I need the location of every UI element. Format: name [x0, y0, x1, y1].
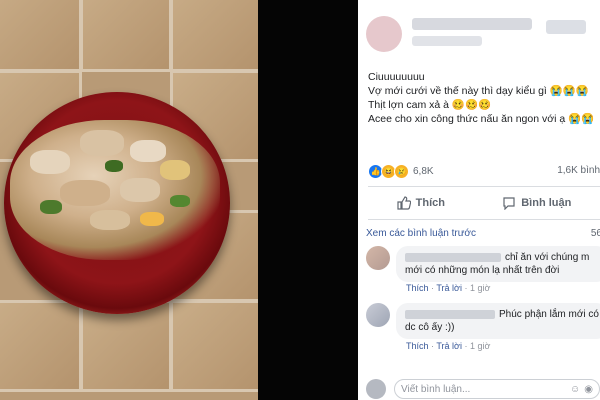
black-border	[258, 0, 358, 400]
comment-text: chỉ ăn với chúng m	[505, 252, 590, 263]
comment-text: Phúc phận lắm mới có	[499, 309, 599, 320]
post-line: Thịt lợn cam xả à 🥴🥴🥴	[368, 99, 492, 111]
food-photo	[0, 0, 258, 400]
blurred-post-header	[366, 12, 586, 58]
comment-input[interactable]: Viết bình luận... ☺ ◉	[394, 379, 600, 399]
divider	[368, 186, 600, 187]
avatar	[366, 379, 386, 399]
facebook-post-panel: Ciuuuuuuuu Vợ mới cưới về thế này thì dạ…	[358, 0, 600, 400]
comment-meta: Thích · Trả lời · 1 giờ	[406, 341, 491, 351]
divider	[368, 219, 600, 220]
comment-item: Phúc phận lắm mới có dc cô ấy :)) Thích …	[366, 303, 600, 355]
comment-count-partial: 56	[590, 228, 600, 239]
comment-bubble: Phúc phận lắm mới có dc cô ấy :))	[396, 303, 600, 339]
comment-like-link[interactable]: Thích	[406, 283, 429, 293]
view-previous-comments-link[interactable]: Xem các bình luận trước	[366, 228, 476, 239]
comment-label: Bình luận	[521, 197, 572, 209]
comment-reply-link[interactable]: Trả lời	[436, 341, 462, 351]
post-line: Acee cho xin công thức nấu ăn ngon với ạ…	[368, 113, 595, 125]
food-in-bowl	[10, 120, 220, 260]
comment-button[interactable]: Bình luận	[502, 196, 571, 210]
blurred-commenter-name	[405, 252, 501, 262]
post-line: Vợ mới cưới về thế này thì dạy kiểu gì 😭…	[368, 85, 589, 97]
emoji-icon[interactable]: ☺	[570, 384, 580, 395]
avatar[interactable]	[366, 246, 390, 270]
camera-icon[interactable]: ◉	[584, 384, 593, 395]
comment-composer: Viết bình luận... ☺ ◉	[366, 378, 600, 400]
thumbs-up-icon	[397, 196, 411, 210]
comment-bubble-icon	[503, 197, 515, 210]
comment-input-placeholder: Viết bình luận...	[401, 383, 471, 395]
comment-text: dc cô ấy :))	[405, 322, 455, 333]
comment-text: mới có những món lạ nhất trên đời	[405, 265, 560, 276]
comment-time: 1 giờ	[469, 283, 491, 293]
reaction-summary[interactable]: 👍 😆 😢 6,8K	[368, 163, 434, 179]
floor-tile	[170, 300, 258, 392]
comment-bubble: chỉ ăn với chúng m mới có những món lạ n…	[396, 246, 600, 282]
composer-icons: ☺ ◉	[570, 384, 593, 395]
comment-reply-link[interactable]: Trả lời	[436, 283, 462, 293]
blurred-commenter-name	[405, 309, 495, 319]
comment-share-count[interactable]: 1,6K bình	[557, 165, 600, 176]
floor-tile	[0, 300, 82, 392]
floor-tile	[80, 0, 172, 72]
reaction-count: 6,8K	[413, 165, 434, 177]
sad-reaction-icon: 😢	[394, 163, 409, 179]
floor-tile	[170, 0, 258, 72]
like-label: Thích	[415, 197, 445, 209]
post-line: Ciuuuuuuuu	[368, 71, 425, 83]
post-body: Ciuuuuuuuu Vợ mới cưới về thế này thì dạ…	[368, 70, 600, 126]
post-actions: Thích Bình luận	[368, 192, 600, 214]
comment-meta: Thích · Trả lời · 1 giờ	[406, 283, 491, 293]
comment-time: 1 giờ	[469, 341, 491, 351]
avatar[interactable]	[366, 303, 390, 327]
floor-tile	[80, 300, 172, 392]
floor-tile	[0, 0, 82, 72]
comment-item: chỉ ăn với chúng m mới có những món lạ n…	[366, 246, 600, 298]
comment-like-link[interactable]: Thích	[406, 341, 429, 351]
like-button[interactable]: Thích	[397, 196, 445, 210]
